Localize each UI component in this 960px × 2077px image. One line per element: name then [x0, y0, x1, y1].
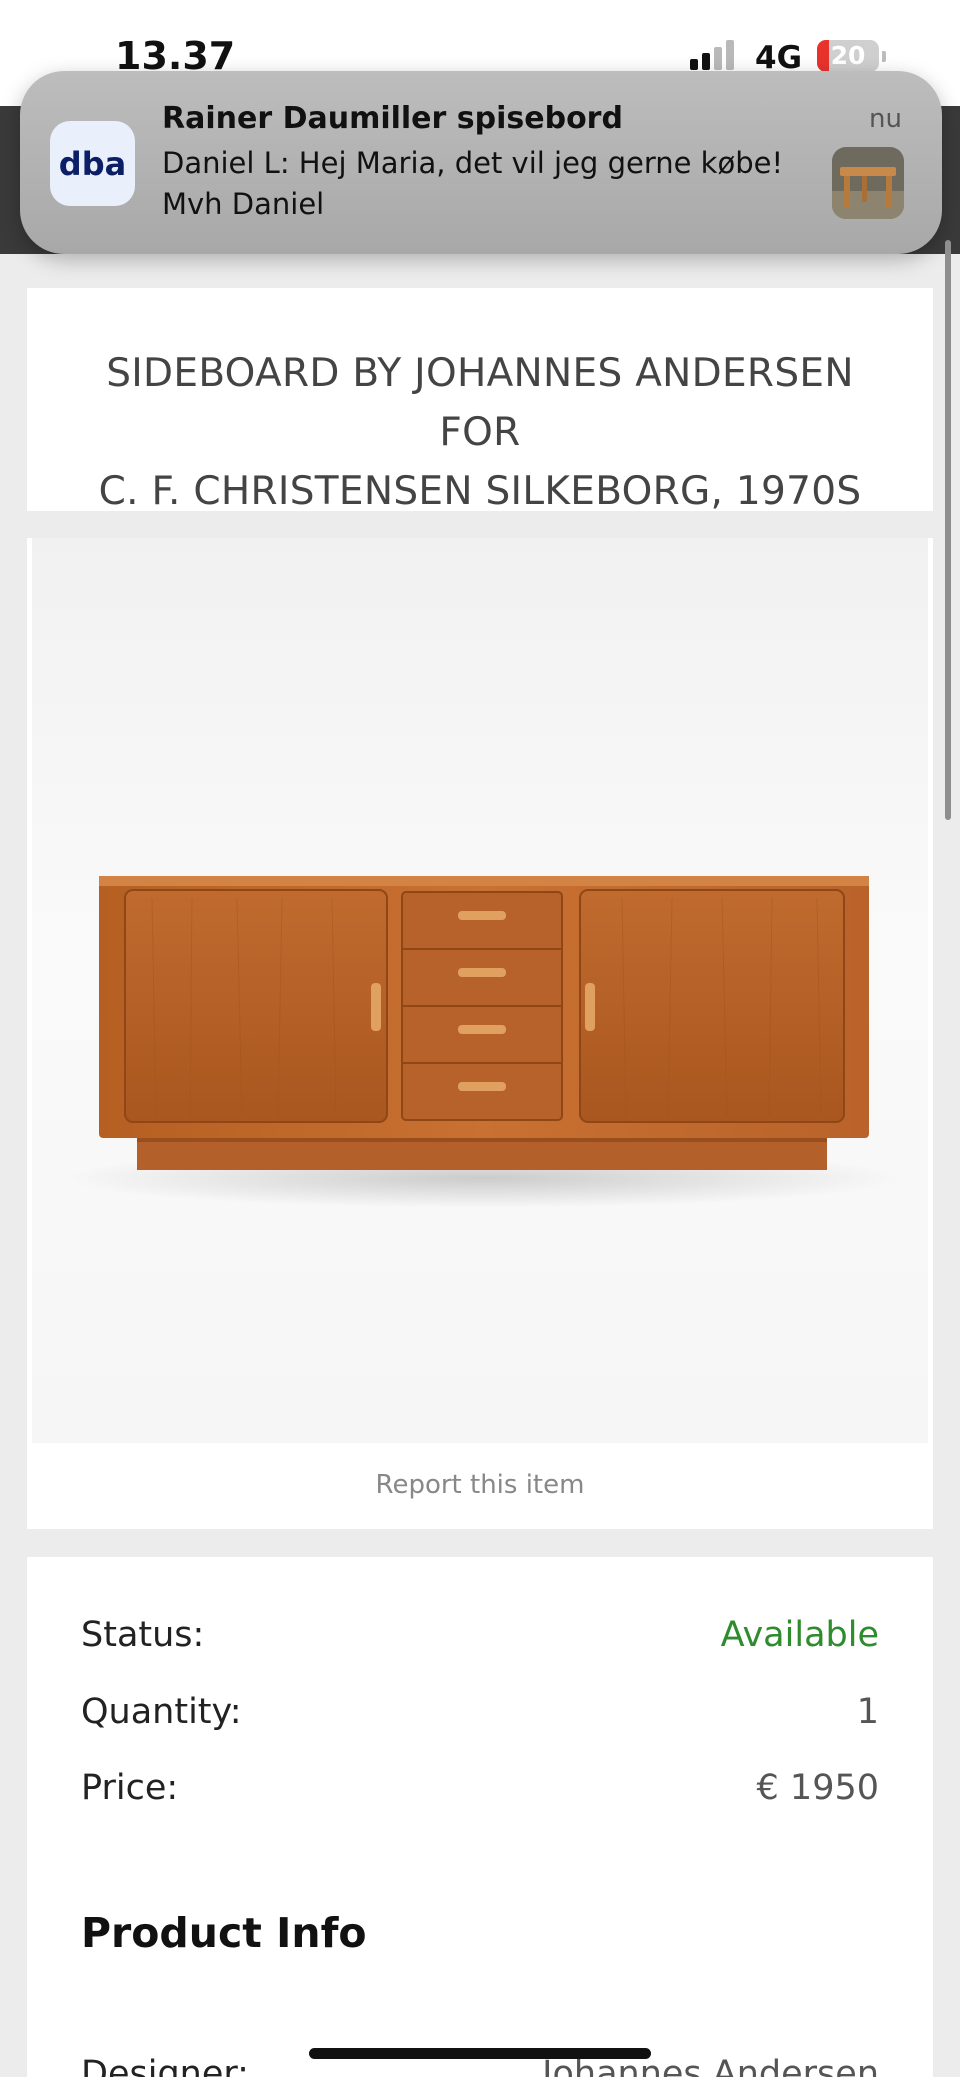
battery-tip — [882, 51, 886, 62]
app-icon-text: dba — [58, 144, 127, 183]
product-info-heading: Product Info — [81, 1909, 367, 1957]
designer-label: Designer: — [81, 2054, 249, 2077]
price-value: € 1950 — [756, 1768, 879, 1808]
dba-app-icon: dba — [50, 121, 135, 206]
quantity-value: 1 — [856, 1692, 879, 1732]
battery-icon: 20 — [817, 40, 879, 72]
status-label: Status: — [81, 1615, 205, 1655]
notification-body-line-2: Mvh Daniel — [162, 187, 325, 221]
push-notification[interactable]: dba Rainer Daumiller spisebord Daniel L:… — [20, 71, 942, 254]
cellular-signal-icon — [690, 40, 736, 70]
price-label: Price: — [81, 1768, 179, 1808]
notification-title: Rainer Daumiller spisebord — [162, 101, 623, 136]
status-value: Available — [720, 1615, 879, 1655]
scrollbar[interactable] — [945, 240, 951, 820]
price-row: Price: € 1950 — [81, 1768, 879, 1818]
table-thumbnail-icon — [832, 147, 904, 219]
home-indicator[interactable] — [309, 2048, 651, 2059]
quantity-label: Quantity: — [81, 1692, 242, 1732]
battery-percent: 20 — [830, 41, 866, 70]
product-title-line-1: SIDEBOARD BY JOHANNES ANDERSEN FOR — [106, 351, 854, 455]
notification-time: nu — [869, 104, 902, 134]
product-image-card: Report this item — [27, 538, 933, 1529]
product-details-card: Status: Available Quantity: 1 Price: € 1… — [27, 1557, 933, 2077]
quantity-row: Quantity: 1 — [81, 1692, 879, 1742]
status-row: Status: Available — [81, 1615, 879, 1665]
product-title-line-2: C. F. CHRISTENSEN SILKEBORG, 1970S — [98, 469, 862, 514]
product-title: SIDEBOARD BY JOHANNES ANDERSEN FOR C. F.… — [67, 344, 893, 521]
notification-thumbnail — [832, 147, 904, 219]
notification-body-line-1: Daniel L: Hej Maria, det vil jeg gerne k… — [162, 146, 784, 180]
report-item-link[interactable]: Report this item — [27, 1470, 933, 1500]
product-title-card: SIDEBOARD BY JOHANNES ANDERSEN FOR C. F.… — [27, 288, 933, 514]
sideboard-illustration — [62, 876, 902, 1208]
product-image[interactable] — [32, 538, 928, 1443]
notification-body: Daniel L: Hej Maria, det vil jeg gerne k… — [162, 143, 852, 225]
